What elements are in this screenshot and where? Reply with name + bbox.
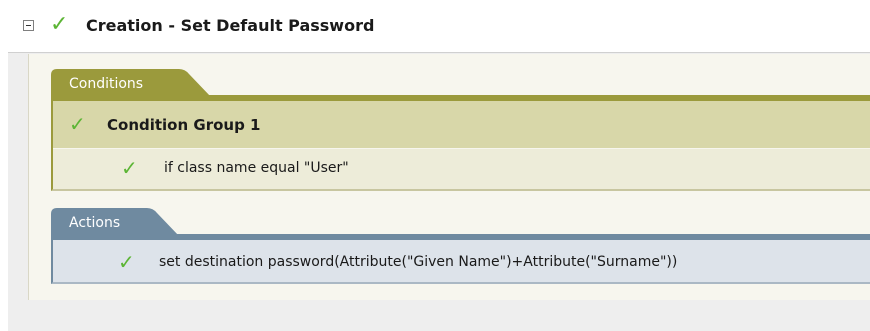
policy-rule-view: ✓ Creation - Set Default Password Condit… — [0, 0, 870, 331]
checkmark-icon: ✓ — [118, 250, 135, 274]
collapse-minus-icon[interactable] — [23, 20, 34, 31]
checkmark-icon: ✓ — [50, 12, 69, 37]
checkmark-icon: ✓ — [121, 156, 138, 180]
conditions-tab-label: Conditions — [69, 76, 144, 92]
condition-group-title[interactable]: Condition Group 1 — [107, 116, 260, 134]
rule-header[interactable]: ✓ Creation - Set Default Password — [0, 0, 870, 52]
rule-title[interactable]: Creation - Set Default Password — [86, 16, 374, 35]
checkmark-icon: ✓ — [69, 112, 86, 136]
actions-tab-label: Actions — [69, 215, 121, 231]
condition-text[interactable]: if class name equal "User" — [164, 160, 349, 176]
action-text[interactable]: set destination password(Attribute("Give… — [159, 254, 677, 270]
